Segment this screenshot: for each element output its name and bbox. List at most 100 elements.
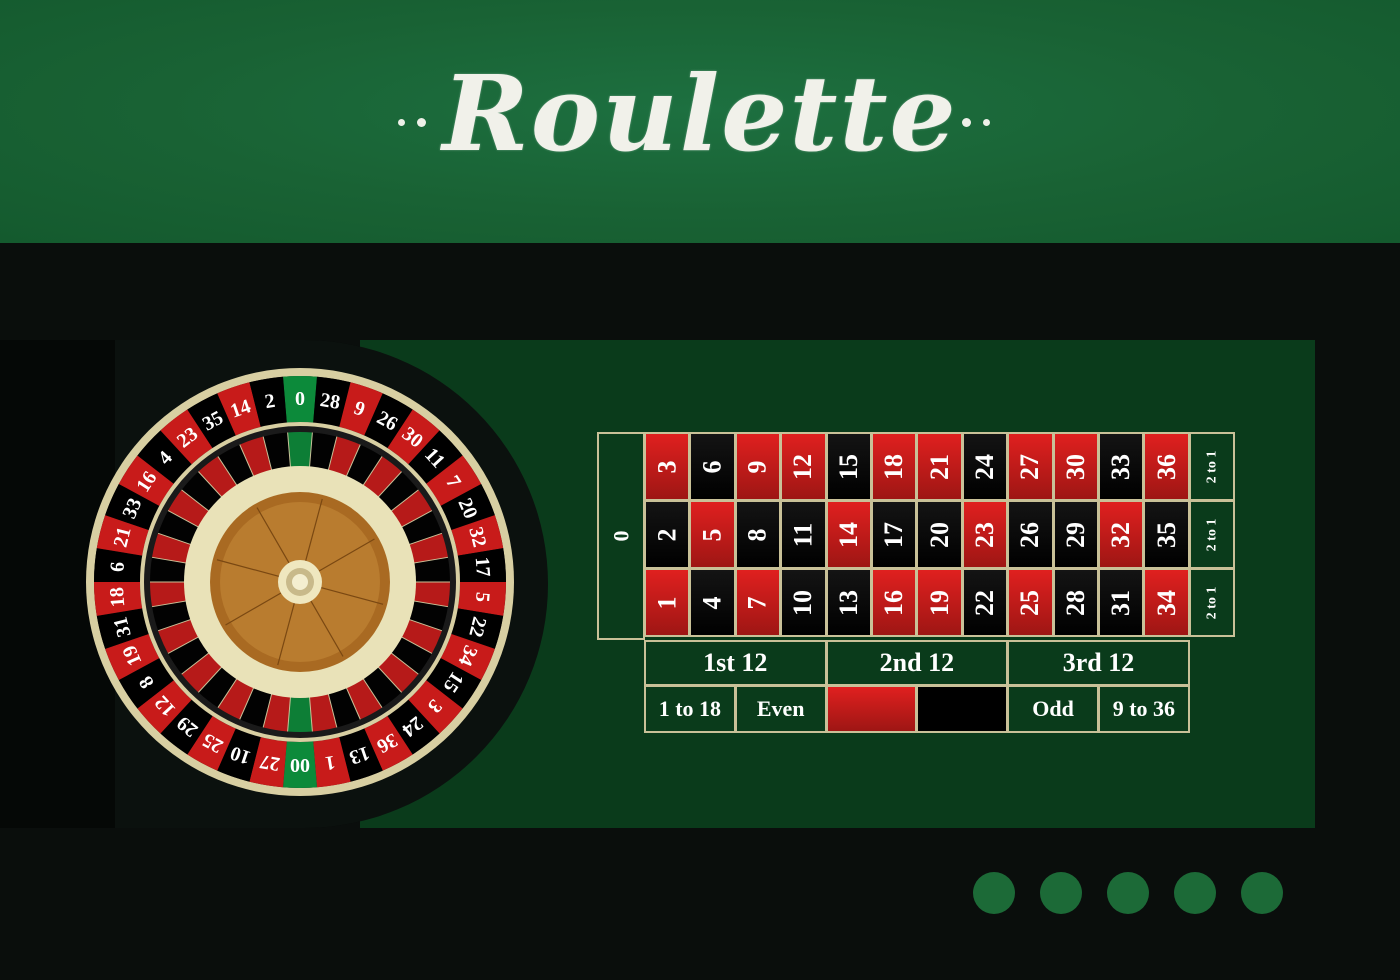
red-bet-cell[interactable] (825, 685, 918, 733)
number-cell[interactable]: 2 (644, 500, 691, 569)
number-cell-label: 16 (879, 589, 909, 616)
number-cell[interactable]: 27 (1007, 432, 1054, 501)
number-cell-label: 12 (788, 453, 818, 480)
number-cell[interactable]: 20 (916, 500, 963, 569)
number-cell[interactable]: 29 (1052, 500, 1099, 569)
number-cell[interactable]: 12 (780, 432, 827, 501)
pocket-number: 6 (106, 561, 129, 573)
betting-board: 0 3 6 9 12 15 18 21 24 27 30 33 36 2 to 1 2 5 8 11 14 17 20 2… (597, 432, 1239, 737)
number-cell-label: 17 (879, 521, 909, 548)
chip-button[interactable] (1040, 872, 1082, 914)
number-cell[interactable]: 21 (916, 432, 963, 501)
chip-button[interactable] (1241, 872, 1283, 914)
number-cell-label: 28 (1060, 589, 1090, 616)
number-cell[interactable]: 26 (1007, 500, 1054, 569)
black-bet-cell[interactable] (916, 685, 1009, 733)
number-cell[interactable]: 10 (780, 568, 827, 637)
zero-cell[interactable]: 0 (597, 432, 645, 640)
zero-cell-label: 0 (608, 530, 633, 542)
number-cell[interactable]: 11 (780, 500, 827, 569)
dozen-bet-cell-label: 1st 12 (703, 648, 768, 677)
number-cell[interactable]: 13 (825, 568, 872, 637)
number-cell-label: 21 (924, 453, 954, 480)
number-cell-label: 22 (969, 589, 999, 616)
chip-button[interactable] (973, 872, 1015, 914)
spindle-top (292, 574, 308, 590)
dozen-bet-cell[interactable]: 2nd 12 (825, 640, 1009, 686)
odd-bet-cell[interactable]: Odd (1007, 685, 1099, 733)
number-cell-label: 3 (652, 460, 682, 473)
number-cell-label: 30 (1060, 453, 1090, 480)
number-cell[interactable]: 32 (1098, 500, 1145, 569)
even-bet-cell[interactable]: Even (734, 685, 827, 733)
odd-bet-cell-label: Odd (1032, 696, 1074, 721)
number-cell[interactable]: 25 (1007, 568, 1054, 637)
even-bet-cell-label: Even (756, 696, 805, 721)
number-cell[interactable]: 5 (689, 500, 736, 569)
low-bet-cell[interactable]: 1 to 18 (644, 685, 736, 733)
number-cell[interactable]: 3 (644, 432, 691, 501)
number-cell-label: 23 (969, 521, 999, 548)
number-cell-label: 7 (742, 596, 772, 609)
chip-button[interactable] (1107, 872, 1149, 914)
number-cell[interactable]: 30 (1052, 432, 1099, 501)
number-cell[interactable]: 6 (689, 432, 736, 501)
column-bet-cell-label: 2 to 1 (1203, 518, 1219, 551)
number-cell[interactable]: 9 (734, 432, 782, 501)
page-title: Roulette (442, 52, 958, 175)
number-cell-label: 8 (742, 528, 772, 541)
pocket-number: 18 (106, 586, 130, 608)
chip-tray (973, 872, 1283, 914)
number-cell-label: 5 (697, 528, 727, 541)
roulette-wheel[interactable]: 0 28 9 263011720321752234153243613100271025… (84, 366, 516, 798)
pocket-number: 0 (295, 388, 305, 410)
high-bet-cell[interactable]: 9 to 36 (1098, 685, 1190, 733)
dozen-bet-cell[interactable]: 1st 12 (644, 640, 827, 686)
number-cell-label: 32 (1106, 521, 1136, 548)
pocket-number: 27 (258, 750, 281, 775)
number-cell[interactable]: 23 (961, 500, 1009, 569)
number-cell[interactable]: 19 (916, 568, 963, 637)
number-cell-label: 33 (1106, 453, 1136, 480)
number-cell-label: 9 (742, 460, 772, 473)
number-cell-label: 19 (924, 589, 954, 616)
number-cell-label: 18 (879, 453, 909, 480)
number-cell[interactable]: 24 (961, 432, 1009, 501)
number-cell[interactable]: 33 (1098, 432, 1145, 501)
number-cell-label: 4 (697, 596, 727, 609)
chip-button[interactable] (1174, 872, 1216, 914)
number-cell[interactable]: 22 (961, 568, 1009, 637)
number-cell[interactable]: 35 (1143, 500, 1190, 569)
number-cell[interactable]: 1 (644, 568, 691, 637)
number-cell[interactable]: 8 (734, 500, 782, 569)
low-bet-cell-label: 1 to 18 (658, 696, 722, 721)
number-cell[interactable]: 28 (1052, 568, 1099, 637)
number-cell-label: 10 (788, 589, 818, 616)
number-cell-label: 6 (697, 460, 727, 473)
number-cell-label: 24 (969, 453, 999, 480)
number-cell[interactable]: 14 (825, 500, 872, 569)
number-cell-label: 26 (1015, 521, 1045, 548)
high-bet-cell-label: 9 to 36 (1112, 696, 1176, 721)
dozen-bet-cell[interactable]: 3rd 12 (1007, 640, 1190, 686)
number-cell[interactable]: 34 (1143, 568, 1190, 637)
column-bet-cell[interactable]: 2 to 1 (1188, 568, 1236, 637)
number-cell[interactable]: 18 (871, 432, 918, 501)
column-bet-cell-label: 2 to 1 (1203, 450, 1219, 483)
number-cell-label: 11 (788, 522, 818, 547)
number-cell[interactable]: 4 (689, 568, 736, 637)
column-bet-cell[interactable]: 2 to 1 (1188, 500, 1236, 569)
number-cell-label: 20 (924, 521, 954, 548)
number-cell[interactable]: 17 (871, 500, 918, 569)
number-cell[interactable]: 36 (1143, 432, 1190, 501)
number-cell-label: 13 (833, 589, 863, 616)
column-bet-cell[interactable]: 2 to 1 (1188, 432, 1236, 501)
number-cell[interactable]: 31 (1098, 568, 1145, 637)
number-cell-label: 25 (1015, 589, 1045, 616)
number-cell-label: 34 (1151, 589, 1181, 616)
number-cell[interactable]: 7 (734, 568, 782, 637)
number-cell-label: 35 (1151, 521, 1181, 548)
number-cell-label: 1 (652, 596, 682, 609)
number-cell[interactable]: 15 (825, 432, 872, 501)
number-cell[interactable]: 16 (871, 568, 918, 637)
